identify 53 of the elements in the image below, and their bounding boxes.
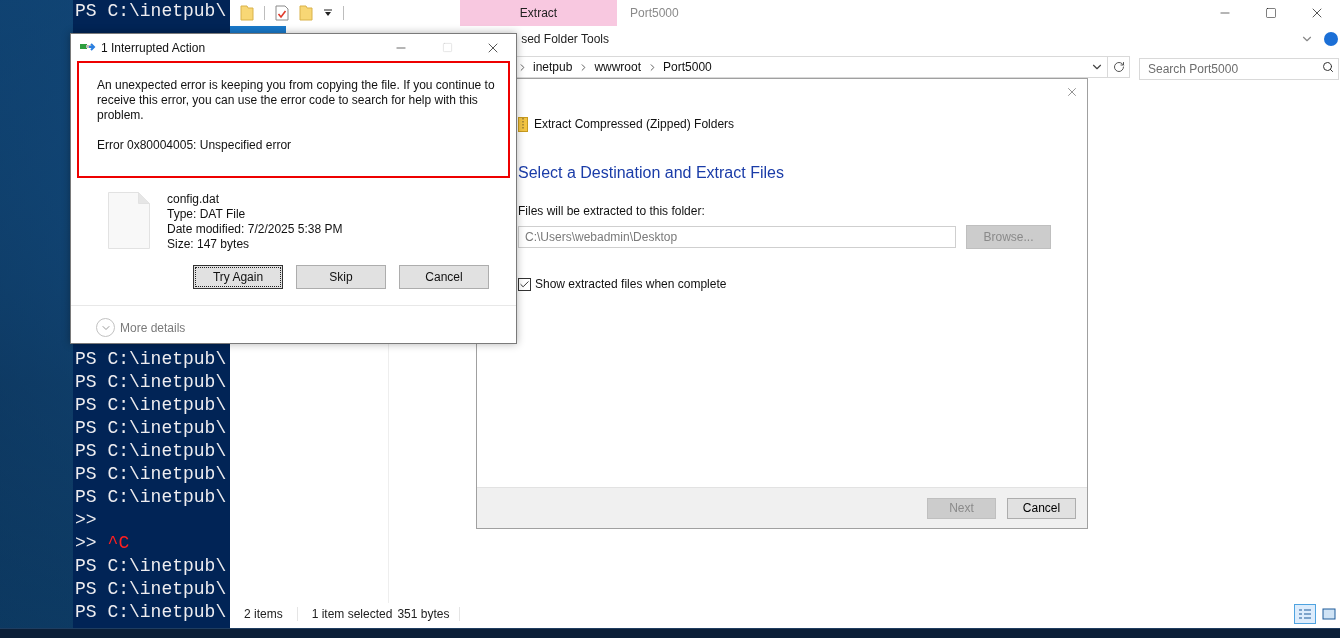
file-icon (108, 192, 150, 249)
console-line: PS C:\inetpub\ (75, 555, 227, 578)
checkbox-label[interactable]: Show extracted files when complete (535, 275, 727, 293)
dialog-title: 1 Interrupted Action (101, 39, 206, 57)
wizard-heading: Select a Destination and Extract Files (518, 163, 785, 183)
search-icon[interactable] (1322, 61, 1334, 73)
console-line: >> (75, 532, 97, 555)
error-message: An unexpected error is keeping you from copying the file. If you continue to receive this error, you can use the error code to search for help with this problem. (97, 78, 496, 123)
console-line: >> (75, 509, 97, 532)
checkbox[interactable] (518, 277, 531, 291)
properties-icon[interactable] (275, 5, 289, 21)
console-line: PS C:\inetpub\ (75, 463, 227, 486)
error-code: Error 0x80004005: Unspecified error (97, 138, 293, 153)
context-tab-header[interactable]: Extract (460, 0, 617, 26)
search-field[interactable]: Search Port5000 (1139, 58, 1339, 80)
copy-icon (80, 42, 96, 53)
file-detail: Type: DAT File (167, 207, 247, 222)
customize-dropdown-icon[interactable] (323, 8, 333, 18)
status-text: 2 items (244, 606, 283, 623)
console-line: PS C:\inetpub\ (75, 601, 227, 624)
dialog-button[interactable]: Cancel (1007, 497, 1076, 519)
console-line: PS C:\inetpub\ (75, 371, 227, 394)
breadcrumb[interactable]: wwwroot (594, 58, 642, 76)
window-title: Port5000 (630, 5, 679, 22)
console-line: PS C:\inetpub\ (75, 417, 227, 440)
dialog-button[interactable]: Skip (296, 265, 386, 289)
help-icon[interactable] (1324, 32, 1338, 46)
file-name: config.dat (167, 192, 221, 207)
console-line: PS C:\inetpub\ (75, 348, 227, 371)
console-line: PS C:\inetpub\ (75, 440, 227, 463)
file-detail: Size: 147 bytes (167, 237, 251, 252)
wizard-header: Extract Compressed (Zipped) Folders (534, 116, 735, 133)
dialog-button[interactable]: Try Again (193, 265, 283, 289)
breadcrumb[interactable]: inetpub (533, 58, 573, 76)
file-detail: Date modified: 7/2/2025 5:38 PM (167, 222, 343, 237)
breadcrumb[interactable]: Port5000 (663, 58, 712, 76)
folder-icon[interactable] (240, 5, 254, 21)
dialog-button[interactable]: Cancel (399, 265, 489, 289)
interrupt-text: ^C (107, 532, 130, 555)
console-line: PS C:\inetpub\ (75, 394, 227, 417)
zip-folder-icon (518, 116, 528, 132)
console-line: PS C:\inetpub\ (75, 486, 227, 509)
maximize-icon[interactable] (1265, 7, 1277, 19)
refresh-icon[interactable] (1112, 61, 1125, 73)
status-text: 351 bytes (397, 606, 450, 623)
status-text: 1 item selected (311, 606, 393, 623)
close-icon[interactable] (1065, 85, 1079, 99)
console-line: PS C:\inetpub\ (75, 578, 227, 601)
refresh-button[interactable] (1108, 56, 1130, 78)
console-line: PS C:\inetpub\ (75, 0, 227, 23)
folder-icon[interactable] (299, 5, 313, 21)
field-label: Files will be extracted to this folder: (518, 203, 706, 220)
more-details-toggle[interactable]: More details (96, 318, 186, 337)
